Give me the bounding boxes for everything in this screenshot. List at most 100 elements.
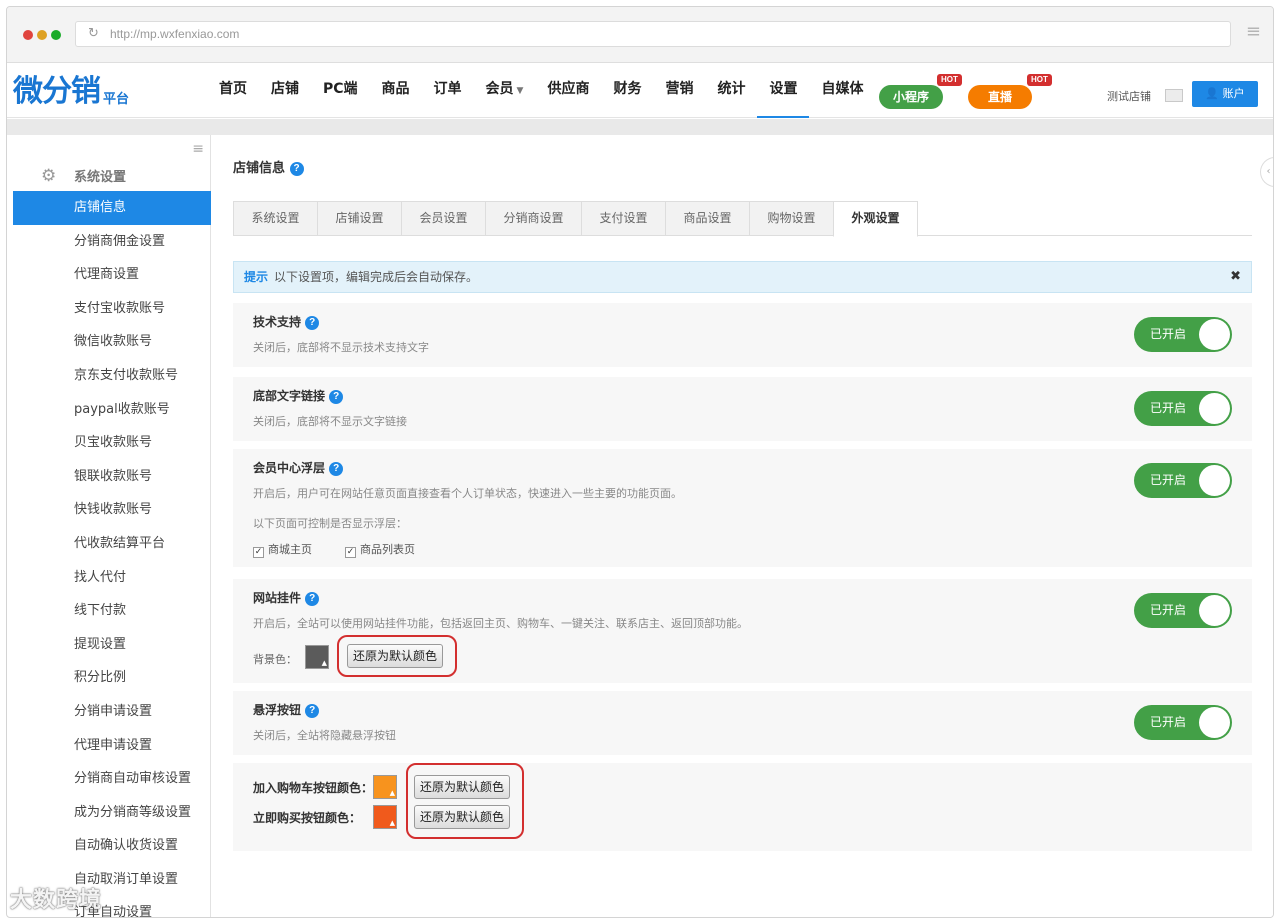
sidebar-item[interactable]: 分销商佣金设置 — [13, 225, 211, 259]
footer-link-toggle[interactable]: 已开启 — [1134, 391, 1232, 426]
sidebar-item[interactable]: 找人代付 — [13, 561, 211, 595]
nav-finance[interactable]: 财务 — [601, 63, 653, 118]
float-button-card: 悬浮按钮 ? 关闭后，全站将隐藏悬浮按钮 已开启 — [233, 691, 1252, 755]
hot-badge: HOT — [937, 74, 962, 86]
help-icon[interactable]: ? — [329, 462, 344, 476]
card-title: 会员中心浮层 ? — [253, 459, 344, 476]
card-title: 网站挂件 ? — [253, 589, 320, 606]
browser-chrome: ↻ http://mp.wxfenxiao.com ≡ — [7, 7, 1273, 63]
help-icon[interactable]: ? — [305, 592, 320, 606]
widget-toggle[interactable]: 已开启 — [1134, 593, 1232, 628]
sidebar-item[interactable]: 支付宝收款账号 — [13, 292, 211, 326]
nav-orders[interactable]: 订单 — [422, 63, 474, 118]
footer-link-card: 底部文字链接 ? 关闭后，底部将不显示文字链接 已开启 — [233, 377, 1252, 441]
close-dot[interactable] — [23, 30, 33, 40]
sidebar-item[interactable]: 贝宝收款账号 — [13, 426, 211, 460]
url-text[interactable]: http://mp.wxfenxiao.com — [110, 27, 239, 41]
nav-media[interactable]: 自媒体 — [809, 63, 875, 118]
maximize-dot[interactable] — [51, 30, 61, 40]
cart-color-swatch[interactable]: ▲ — [373, 775, 397, 799]
help-icon[interactable]: ? — [329, 390, 344, 404]
sidebar-item-store-info[interactable]: 店铺信息 — [13, 191, 211, 225]
sidebar-item[interactable]: 微信收款账号 — [13, 325, 211, 359]
float-button-toggle[interactable]: 已开启 — [1134, 705, 1232, 740]
nav-pc[interactable]: PC端 — [311, 63, 370, 118]
top-navigation: 微分销 平台 首页 店铺 PC端 商品 订单 会员 ▼ 供应商 财务 营销 统计 … — [7, 63, 1273, 118]
reset-buy-color-button[interactable]: 还原为默认颜色 — [414, 805, 511, 829]
live-button[interactable]: 直播 — [968, 85, 1032, 109]
tab-distributor[interactable]: 分销商设置 — [485, 201, 582, 236]
tab-system[interactable]: 系统设置 — [233, 201, 318, 236]
nav-products[interactable]: 商品 — [370, 63, 422, 118]
buy-color-swatch[interactable]: ▲ — [373, 805, 397, 829]
account-label: 账户 — [1222, 87, 1245, 100]
tab-product[interactable]: 商品设置 — [665, 201, 750, 236]
card-description: 开启后，全站可以使用网站挂件功能，包括返回主页、购物车、一键关注、联系店主、返回… — [253, 617, 748, 630]
minimize-dot[interactable] — [37, 30, 47, 40]
logo[interactable]: 微分销 平台 — [13, 71, 129, 111]
account-button[interactable]: 👤 账户 — [1192, 81, 1258, 107]
tip-text: 以下设置项，编辑完成后会自动保存。 — [274, 270, 479, 284]
sidebar-item[interactable]: 代理申请设置 — [13, 729, 211, 763]
tip-banner: 提示 以下设置项，编辑完成后会自动保存。 ✖ — [233, 261, 1252, 293]
sidebar-item[interactable]: 快钱收款账号 — [13, 493, 211, 527]
mini-program-button[interactable]: 小程序 — [879, 85, 943, 109]
bg-color-swatch[interactable]: ▲ — [305, 645, 329, 669]
sidebar-item[interactable]: 提现设置 — [13, 628, 211, 662]
checkbox-checked-icon[interactable]: ✓ — [345, 547, 356, 558]
mail-icon[interactable] — [1165, 89, 1183, 102]
tab-appearance[interactable]: 外观设置 — [833, 201, 918, 237]
nav-settings[interactable]: 设置 — [757, 63, 810, 118]
nav-store[interactable]: 店铺 — [259, 63, 311, 118]
card-title: 技术支持 ? — [253, 313, 320, 330]
checkbox-label: 商品列表页 — [360, 543, 415, 556]
sidebar-item[interactable]: 线下付款 — [13, 594, 211, 628]
reload-icon[interactable]: ↻ — [88, 26, 99, 41]
store-name[interactable]: 测试店铺 — [1107, 88, 1151, 104]
tab-payment[interactable]: 支付设置 — [581, 201, 666, 236]
tab-store[interactable]: 店铺设置 — [317, 201, 402, 236]
sidebar-item[interactable]: 代收款结算平台 — [13, 527, 211, 561]
toggle-knob — [1199, 393, 1230, 424]
browser-menu-icon[interactable]: ≡ — [1246, 21, 1261, 42]
logo-text: 微分销 — [13, 74, 101, 109]
watermark: 大数跨境 — [10, 888, 103, 913]
checkbox-checked-icon[interactable]: ✓ — [253, 547, 264, 558]
sidebar-item[interactable]: 京东支付收款账号 — [13, 359, 211, 393]
main-nav: 首页 店铺 PC端 商品 订单 会员 ▼ 供应商 财务 营销 统计 设置 自媒体 — [207, 63, 875, 118]
nav-marketing[interactable]: 营销 — [653, 63, 705, 118]
sidebar-item[interactable]: 积分比例 — [13, 661, 211, 695]
sidebar-item[interactable]: paypal收款账号 — [13, 393, 211, 427]
sidebar-item[interactable]: 分销申请设置 — [13, 695, 211, 729]
sidebar: ≡ ⚙ 系统设置 店铺信息 分销商佣金设置 代理商设置 支付宝收款账号 微信收款… — [13, 135, 211, 917]
menu-toggle-icon[interactable]: ≡ — [192, 141, 204, 157]
help-icon[interactable]: ? — [305, 316, 320, 330]
nav-members[interactable]: 会员 ▼ — [474, 63, 536, 118]
nav-members-label: 会员 — [485, 81, 514, 97]
card-subdescription: 以下页面可控制是否显示浮层： — [253, 517, 407, 530]
tab-member[interactable]: 会员设置 — [401, 201, 486, 236]
home-page-checkbox[interactable]: ✓ 商城主页 — [253, 541, 312, 558]
nav-home[interactable]: 首页 — [207, 63, 259, 118]
reset-cart-color-button[interactable]: 还原为默认颜色 — [414, 775, 511, 799]
page-title-text: 店铺信息 — [233, 161, 286, 176]
sidebar-item[interactable]: 分销商自动审核设置 — [13, 762, 211, 796]
help-icon[interactable]: ? — [305, 704, 320, 718]
tech-support-toggle[interactable]: 已开启 — [1134, 317, 1232, 352]
address-bar[interactable]: ↻ http://mp.wxfenxiao.com — [75, 21, 1231, 47]
close-icon[interactable]: ✖ — [1230, 262, 1241, 292]
tab-shopping[interactable]: 购物设置 — [749, 201, 834, 236]
sidebar-item[interactable]: 自动确认收货设置 — [13, 829, 211, 863]
sidebar-item[interactable]: 代理商设置 — [13, 258, 211, 292]
sidebar-item[interactable]: 成为分销商等级设置 — [13, 796, 211, 830]
sidebar-item[interactable]: 银联收款账号 — [13, 460, 211, 494]
help-icon[interactable]: ? — [289, 162, 304, 176]
nav-stats[interactable]: 统计 — [705, 63, 757, 118]
logo-subtitle: 平台 — [103, 92, 130, 107]
header-divider — [7, 119, 1273, 135]
product-list-checkbox[interactable]: ✓ 商品列表页 — [345, 541, 415, 558]
buy-color-label: 立即购买按钮颜色： — [253, 811, 362, 825]
reset-bg-color-button[interactable]: 还原为默认颜色 — [347, 644, 444, 668]
member-float-toggle[interactable]: 已开启 — [1134, 463, 1232, 498]
nav-suppliers[interactable]: 供应商 — [535, 63, 601, 118]
